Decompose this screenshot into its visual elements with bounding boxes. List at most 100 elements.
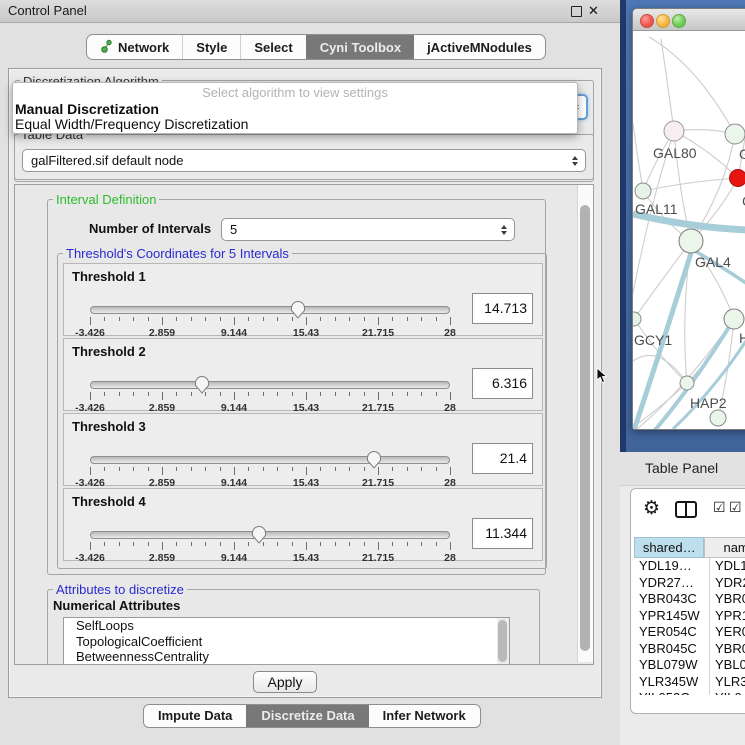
column-header-name[interactable]: name [704,537,745,558]
tab-jactivemnodules[interactable]: jActiveMNodules [414,35,545,59]
threshold-1-value-field[interactable]: 14.713 [472,293,533,324]
float-window-icon[interactable] [571,6,582,17]
close-icon[interactable]: ✕ [588,3,599,19]
attributes-group-title: Attributes to discretize [53,582,187,597]
panel-title: Control Panel [8,0,87,22]
combo-arrows-icon [501,225,507,235]
columns-icon[interactable] [675,501,697,518]
bottom-node[interactable] [710,410,726,426]
threshold-2-panel: Threshold 2 -3.4262.8599.14415.4321.7152… [63,338,543,411]
table-row[interactable]: YER054CYER0 [631,624,745,641]
table-row[interactable]: YDR27…YDR2 [631,575,745,592]
slider-track[interactable] [90,306,450,314]
threshold-1-slider[interactable]: -3.4262.8599.14415.4321.71528 [90,300,450,334]
slider-thumb[interactable] [366,450,382,469]
gal4-node[interactable] [679,229,703,253]
tab-label: Style [196,40,227,55]
gear-icon[interactable]: ⚙ [643,497,660,520]
threshold-4-value-field[interactable]: 11.344 [472,518,533,549]
right-side: GAL80GACGAL11GAL4GCY1HHAP2 Table Panel ⚙… [620,0,745,745]
selected-red-node[interactable] [730,170,745,187]
gal80-neighbor-node[interactable] [664,121,684,141]
table-row[interactable]: YBR045CYBR0 [631,641,745,658]
top-right-node[interactable] [725,124,745,144]
tab-impute-data[interactable]: Impute Data [144,705,246,727]
attribute-item[interactable]: TopologicalCoefficient [64,634,509,650]
threshold-4-slider[interactable]: -3.4262.8599.14415.4321.71528 [90,525,450,559]
scrollbar-thumb[interactable] [580,205,590,651]
node-label: H [739,330,745,346]
slider-thumb[interactable] [251,525,267,544]
threshold-2-label: Threshold 2 [72,344,146,359]
slider-tick-labels: -3.4262.8599.14415.4321.71528 [90,552,450,564]
minimize-traffic-light-icon[interactable] [656,14,670,28]
control-panel: Control Panel ✕ Network Style Select Cyn… [0,0,620,745]
threshold-2-value-field[interactable]: 6.316 [472,368,533,399]
slider-thumb[interactable] [290,300,306,319]
network-view-frame: GAL80GACGAL11GAL4GCY1HHAP2 [620,0,745,452]
settings-vertical-scrollbar[interactable] [577,185,593,662]
hap2-node[interactable] [680,376,694,390]
slider-track[interactable] [90,381,450,389]
tab-label: Network [118,40,169,55]
network-icon [100,39,113,56]
tab-infer-network[interactable]: Infer Network [369,705,480,727]
tab-discretize-data[interactable]: Discretize Data [246,705,368,727]
dropdown-option-equal-width[interactable]: Equal Width/Frequency Discretization [15,116,248,132]
slider-ticks [90,542,450,551]
tab-select[interactable]: Select [240,35,305,59]
attribute-item[interactable]: BetweennessCentrality [64,649,509,665]
network-window: GAL80GACGAL11GAL4GCY1HHAP2 [632,8,745,430]
table-row[interactable]: YBR043CYBR0 [631,591,745,608]
number-of-intervals-label: Number of Intervals [89,221,211,236]
table-row[interactable]: YDL19…YDL1 [631,558,745,575]
apply-button[interactable]: Apply [253,671,317,693]
threshold-1-panel: Threshold 1 -3.4262.8599.14415.4321.7152… [63,263,543,336]
gcy1-node[interactable] [633,312,641,326]
list-scrollbar[interactable] [497,618,509,665]
network-window-titlebar[interactable] [633,9,745,31]
table-toolbar: ⚙ ☑ ☑ [631,489,745,533]
interval-definition-title: Interval Definition [53,192,159,207]
threshold-3-slider[interactable]: -3.4262.8599.14415.4321.71528 [90,450,450,484]
table-data-combobox[interactable]: galFiltered.sif default node [22,149,586,172]
threshold-3-value-field[interactable]: 21.4 [472,443,533,474]
network-edge [633,123,643,191]
node-table-container: ⚙ ☑ ☑ shared… name YDL19…YDL1YDR27…YDR2Y… [630,488,745,714]
node-label: HAP2 [690,395,727,411]
mouse-cursor [596,367,608,389]
tab-cyni-toolbox[interactable]: Cyni Toolbox [306,35,414,59]
network-canvas[interactable]: GAL80GACGAL11GAL4GCY1HHAP2 [633,31,745,429]
table-row[interactable]: YIL052CYIL0 [631,690,745,695]
number-of-intervals-combobox[interactable]: 5 [221,218,515,241]
dropdown-option-manual-discretization[interactable]: Manual Discretization [15,101,159,117]
tab-network[interactable]: Network [87,35,182,59]
gal11-node[interactable] [635,183,651,199]
right-mid-node[interactable] [724,309,744,329]
table-row[interactable]: YPR145WYPR1 [631,608,745,625]
thresholds-group-title: Threshold's Coordinates for 5 Intervals [63,246,292,261]
slider-track[interactable] [90,531,450,539]
checkbox-icon[interactable]: ☑ [729,499,742,516]
network-edge [633,355,687,383]
table-rows: YDL19…YDL1YDR27…YDR2YBR043CYBR0YPR145WYP… [631,558,745,695]
frame-edge [620,0,626,452]
column-header-shared-name[interactable]: shared… [634,537,704,558]
threshold-1-label: Threshold 1 [72,269,146,284]
network-graph: GAL80GACGAL11GAL4GCY1HHAP2 [633,31,745,429]
attribute-item[interactable]: SelfLoops [64,618,509,634]
numerical-attributes-list[interactable]: SelfLoopsTopologicalCoefficientBetweenne… [63,617,510,665]
table-row[interactable]: YBL079WYBL0 [631,657,745,674]
slider-ticks [90,392,450,401]
checkbox-icon[interactable]: ☑ [713,499,726,516]
tab-style[interactable]: Style [182,35,240,59]
threshold-2-slider[interactable]: -3.4262.8599.14415.4321.71528 [90,375,450,409]
dropdown-hint-option[interactable]: Select algorithm to view settings [13,85,577,100]
close-traffic-light-icon[interactable] [640,14,654,28]
table-row[interactable]: YLR345WYLR3 [631,674,745,691]
slider-thumb[interactable] [194,375,210,394]
zoom-traffic-light-icon[interactable] [672,14,686,28]
table-panel-header: Table Panel [620,452,745,486]
node-label: GCY1 [634,332,672,348]
slider-track[interactable] [90,456,450,464]
